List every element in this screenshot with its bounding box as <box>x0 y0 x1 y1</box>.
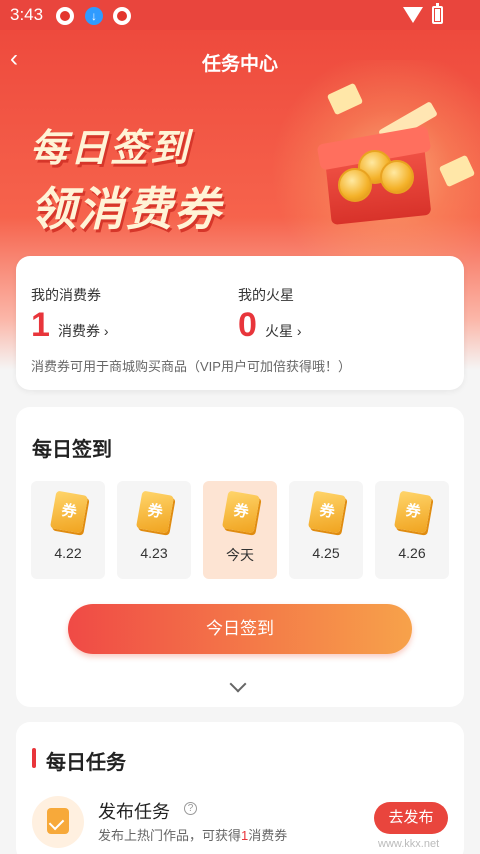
daily-sign-card: 每日签到 券 4.22 券 4.23 券 今天 券 4.25 券 4.26 今日… <box>16 407 464 707</box>
coupons-label: 我的消费券 <box>31 287 101 303</box>
status-time: 3:43 <box>10 5 44 24</box>
task-description: 发布上热门作品，可获得1消费券 <box>98 825 287 844</box>
gift-box-illustration <box>316 101 438 226</box>
coupon-hint: 消费券可用于商城购买商品（VIP用户可加倍获得哦！） <box>31 359 351 374</box>
section-accent-bar <box>32 748 36 768</box>
sign-day-label: 今天 <box>226 547 254 563</box>
coupon-icon: 券 <box>221 490 261 534</box>
task-desc-prefix: 发布上热门作品，可获得 <box>98 828 242 843</box>
app-notification-icon-2 <box>113 7 131 25</box>
daily-tasks-title: 每日任务 <box>46 752 126 774</box>
watermark-url: www.kkx.net <box>378 838 440 850</box>
coupons-value: 1 <box>31 306 50 344</box>
coupons-unit: 消费券 <box>58 323 100 339</box>
banner-line-1: 每日签到 <box>30 128 191 170</box>
chevron-down-icon[interactable] <box>229 675 247 693</box>
wifi-icon <box>403 7 423 23</box>
help-icon[interactable]: ? <box>184 802 197 815</box>
coupon-icon: 券 <box>135 490 175 534</box>
coupon-icon: 券 <box>49 490 89 534</box>
mars-label: 我的火星 <box>238 287 294 303</box>
coupons-link[interactable]: 消费券 › <box>58 321 109 341</box>
clipboard-check-icon <box>32 796 84 848</box>
coupon-icon: 券 <box>307 490 347 534</box>
coin-icon <box>380 160 414 194</box>
page-title: 任务中心 <box>201 54 278 75</box>
clipboard-shape <box>47 808 69 834</box>
task-name: 发布任务 <box>98 802 170 822</box>
sign-day-label: 4.23 <box>140 545 168 561</box>
sign-day[interactable]: 券 4.26 <box>375 481 449 579</box>
sign-day[interactable]: 券 4.23 <box>117 481 191 579</box>
sign-day[interactable]: 券 4.22 <box>31 481 105 579</box>
status-bar: 3:43 ↓ <box>0 0 480 30</box>
coupon-icon: 券 <box>393 490 433 534</box>
mars-value: 0 <box>238 306 257 344</box>
sign-day-label: 4.22 <box>54 545 82 561</box>
sign-in-button[interactable]: 今日签到 <box>68 604 412 654</box>
mars-unit: 火星 <box>265 323 293 339</box>
battery-icon <box>432 3 443 24</box>
sign-day[interactable]: 券 4.25 <box>289 481 363 579</box>
balance-card: 我的消费券 1 消费券 › 我的火星 0 火星 › 消费券可用于商城购买商品（V… <box>16 256 464 390</box>
task-desc-suffix: 消费券 <box>248 828 288 843</box>
sign-day-label: 4.25 <box>312 545 340 561</box>
mars-link[interactable]: 火星 › <box>265 321 302 341</box>
sign-day-label: 4.26 <box>398 545 426 561</box>
daily-sign-title: 每日签到 <box>32 439 112 461</box>
sign-day-today[interactable]: 券 今天 <box>203 481 277 579</box>
app-notification-icon <box>56 7 74 25</box>
download-notification-icon: ↓ <box>85 7 103 25</box>
banner-line-2: 领消费券 <box>30 183 222 235</box>
coin-icon <box>338 168 372 202</box>
